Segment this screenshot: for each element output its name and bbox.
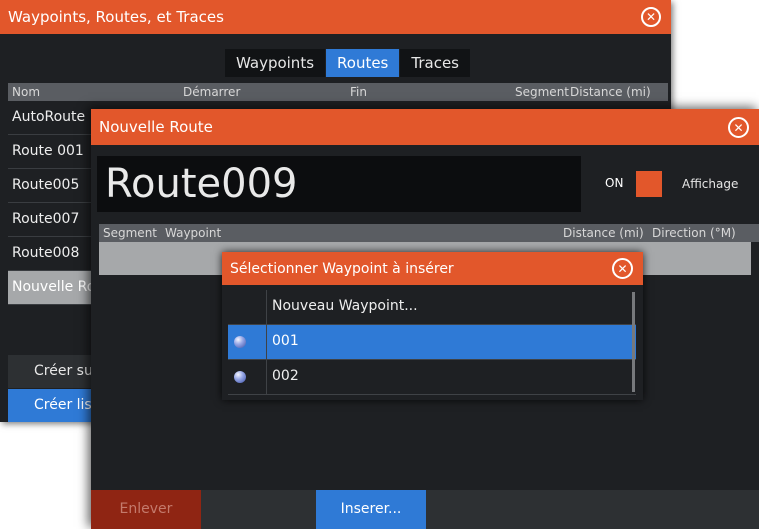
waypoint-list: Nouveau Waypoint... 001 002: [228, 290, 636, 395]
col-distance[interactable]: Distance (mi): [563, 226, 644, 240]
column-divider: [266, 325, 267, 359]
list-item-selected[interactable]: 001: [228, 325, 636, 360]
create-button[interactable]: Créer su: [8, 355, 98, 388]
col-segment[interactable]: Segment: [103, 226, 157, 240]
waypoints-column-header: Segment Waypoint Distance (mi) Direction…: [99, 224, 759, 242]
list-item[interactable]: Route005: [8, 169, 98, 203]
close-icon[interactable]: ✕: [612, 258, 633, 279]
list-item[interactable]: AutoRoute: [8, 101, 98, 135]
remove-button[interactable]: Enlever: [91, 490, 201, 529]
tab-waypoints[interactable]: Waypoints: [225, 49, 326, 77]
col-segment[interactable]: Segment: [515, 85, 569, 99]
list-item[interactable]: Route 001: [8, 135, 98, 169]
waypoint-icon: [234, 336, 246, 348]
waypoint-icon: [234, 371, 246, 383]
col-demarrer[interactable]: Démarrer: [183, 85, 240, 99]
list-item-label: 001: [272, 333, 299, 349]
routes-column-header: Nom Démarrer Fin Segment Distance (mi): [8, 83, 668, 101]
dialog-titlebar: Sélectionner Waypoint à insérer ✕: [222, 252, 643, 285]
window-title: Nouvelle Route: [99, 118, 213, 136]
list-item-selected[interactable]: Nouvelle Route: [8, 271, 98, 305]
toggle-state-label: ON: [605, 176, 624, 190]
list-item-label: Nouveau Waypoint...: [272, 298, 418, 314]
col-waypoint[interactable]: Waypoint: [165, 226, 221, 240]
list-item[interactable]: 002: [228, 360, 636, 395]
tab-routes[interactable]: Routes: [326, 49, 400, 77]
window-titlebar: Nouvelle Route ✕: [91, 109, 759, 145]
window-title: Waypoints, Routes, et Traces: [8, 8, 224, 26]
col-fin[interactable]: Fin: [350, 85, 367, 99]
column-divider: [266, 360, 267, 394]
route-name-field[interactable]: Route009: [97, 156, 581, 212]
col-distance[interactable]: Distance (mi): [570, 85, 651, 99]
list-item-new-waypoint[interactable]: Nouveau Waypoint...: [228, 290, 636, 325]
insert-button[interactable]: Inserer...: [316, 490, 426, 529]
window-titlebar: Waypoints, Routes, et Traces ✕: [0, 0, 671, 34]
col-direction[interactable]: Direction (°M): [652, 226, 736, 240]
select-waypoint-dialog: Sélectionner Waypoint à insérer ✕ Nouvea…: [222, 252, 643, 400]
create-list-button[interactable]: Créer lis: [8, 389, 98, 422]
scrollbar[interactable]: [632, 292, 635, 392]
tab-bar: Waypoints Routes Traces: [225, 49, 471, 77]
routes-list: AutoRoute Route 001 Route005 Route007 Ro…: [8, 101, 98, 305]
list-item[interactable]: Route007: [8, 203, 98, 237]
list-item[interactable]: Route008: [8, 237, 98, 271]
close-icon[interactable]: ✕: [641, 7, 661, 27]
column-divider: [266, 290, 267, 324]
dialog-title: Sélectionner Waypoint à insérer: [230, 260, 454, 277]
list-item-label: 002: [272, 368, 299, 384]
display-toggle[interactable]: [636, 171, 662, 197]
col-nom[interactable]: Nom: [12, 85, 40, 99]
tab-traces[interactable]: Traces: [400, 49, 470, 77]
display-label: Affichage: [682, 177, 739, 191]
close-icon[interactable]: ✕: [728, 117, 749, 138]
bottom-toolbar: Enlever Inserer...: [91, 490, 759, 529]
